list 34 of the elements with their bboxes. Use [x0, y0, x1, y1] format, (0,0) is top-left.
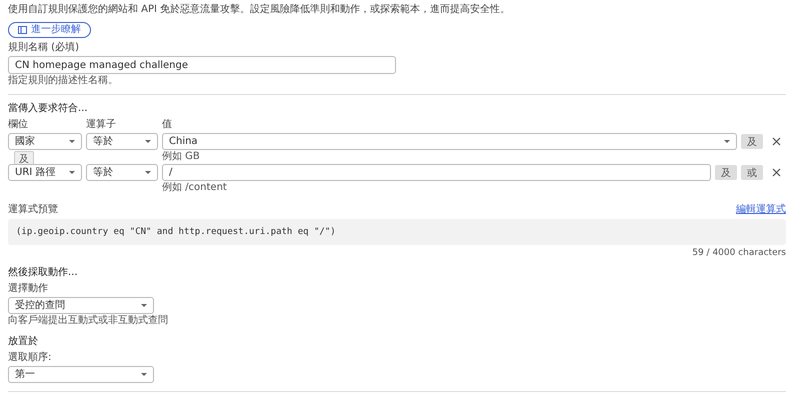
field-label: 選取順序:: [8, 352, 52, 364]
section-heading: 然後採取動作...: [8, 266, 79, 279]
hint-text: 例如 /content: [162, 182, 228, 194]
close-icon[interactable]: [772, 137, 781, 146]
field-label: 運算式預覽: [8, 204, 58, 216]
logic-button[interactable]: 或: [741, 165, 763, 180]
close-icon[interactable]: [772, 168, 781, 177]
logic-button[interactable]: 及: [741, 134, 763, 149]
expression-preview: (ip.geoip.country eq "CN" and http.request.uri.path eq "/"): [8, 219, 786, 245]
column-header: 欄位: [8, 119, 29, 131]
rule-name-field[interactable]: CN homepage managed challenge: [8, 56, 396, 74]
field-label: 規則名稱 (必填): [8, 42, 80, 54]
field-dropdown[interactable]: URI 路徑: [8, 164, 82, 181]
hint-text: 指定規則的描述性名稱。: [8, 75, 119, 87]
value-dropdown[interactable]: China: [162, 133, 737, 150]
order-dropdown[interactable]: 第一: [8, 366, 154, 383]
column-header: 運算子: [86, 119, 117, 131]
logic-button[interactable]: 及: [715, 165, 737, 180]
edit-expression-link[interactable]: 編輯運算式: [736, 204, 786, 216]
hint-text: 例如 GB: [162, 151, 201, 163]
intro-text: 使用自訂規則保護您的網站和 API 免於惡意流量攻擊。設定風險降低準則和動作，或探索範本，進而提高安全性。: [8, 3, 512, 16]
character-counter: 59 / 4000 characters: [692, 247, 786, 259]
operator-dropdown[interactable]: 等於: [86, 133, 158, 150]
operator-dropdown[interactable]: 等於: [86, 164, 158, 181]
column-header: 值: [162, 119, 172, 131]
hint-text: 向客戶端提出互動式或非互動式查問: [8, 315, 169, 327]
value-field[interactable]: /: [162, 164, 711, 181]
book-icon: [18, 26, 27, 34]
learn-more-button[interactable]: 進一步瞭解: [8, 22, 91, 38]
section-heading: 放置於: [8, 335, 39, 348]
action-dropdown[interactable]: 受控的查問: [8, 297, 154, 314]
field-dropdown[interactable]: 國家: [8, 133, 82, 150]
field-label: 選擇動作: [8, 283, 49, 295]
section-heading: 當傳入要求符合...: [8, 102, 89, 115]
